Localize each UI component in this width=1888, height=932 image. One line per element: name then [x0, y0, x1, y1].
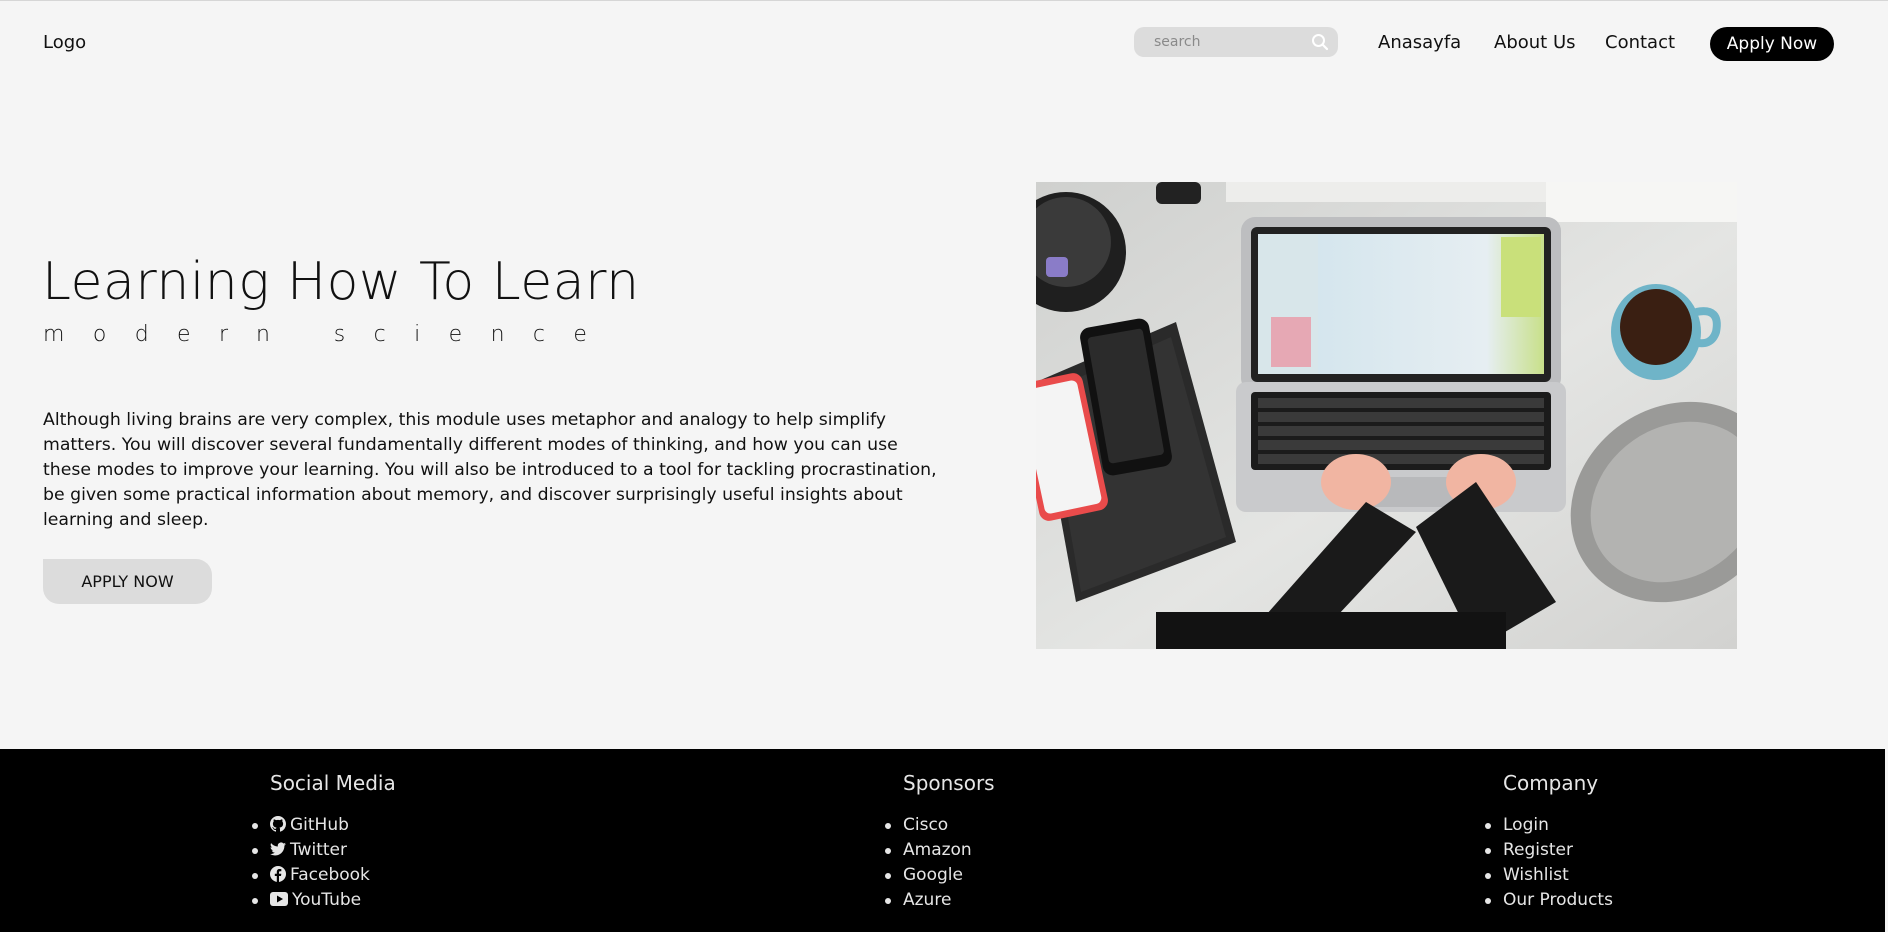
footer-link-our-products[interactable]: Our Products	[1485, 888, 1613, 913]
site-header: Logo Anasayfa About Us Contact Apply Now	[0, 0, 1888, 88]
footer-link-github[interactable]: GitHub	[252, 813, 396, 838]
footer-link-cisco[interactable]: Cisco	[885, 813, 995, 838]
footer-link-azure[interactable]: Azure	[885, 888, 995, 913]
twitter-icon	[270, 842, 286, 856]
footer-link-register[interactable]: Register	[1485, 838, 1613, 863]
footer-link-amazon[interactable]: Amazon	[885, 838, 995, 863]
nav-about-us[interactable]: About Us	[1494, 32, 1576, 53]
footer-link-facebook[interactable]: Facebook	[252, 863, 396, 888]
footer-company-column: Company Login Register Wishlist Our Prod…	[1485, 771, 1613, 913]
footer-sponsors-heading: Sponsors	[903, 771, 995, 795]
logo[interactable]: Logo	[43, 32, 86, 53]
footer-link-label: YouTube	[292, 890, 362, 910]
github-icon	[270, 816, 286, 832]
page-subtitle: modern science	[43, 322, 616, 347]
footer-social-column: Social Media GitHub Twitter Facebook You…	[252, 771, 396, 913]
hero-apply-button[interactable]: APPLY NOW	[43, 559, 212, 604]
footer-sponsors-column: Sponsors Cisco Amazon Google Azure	[885, 771, 995, 913]
hero-description: Although living brains are very complex,…	[43, 410, 937, 530]
search-icon[interactable]	[1310, 32, 1330, 52]
nav-contact[interactable]: Contact	[1605, 32, 1675, 53]
footer-company-heading: Company	[1503, 771, 1599, 795]
footer-link-label: Facebook	[290, 865, 370, 885]
laptop-desk-photo	[1036, 182, 1737, 649]
youtube-icon	[270, 892, 288, 906]
search-box[interactable]	[1134, 27, 1338, 57]
footer-link-wishlist[interactable]: Wishlist	[1485, 863, 1613, 888]
hero-image	[1036, 182, 1737, 649]
footer-link-twitter[interactable]: Twitter	[252, 838, 396, 863]
facebook-icon	[270, 866, 286, 882]
footer-link-label: GitHub	[290, 815, 349, 835]
footer-link-google[interactable]: Google	[885, 863, 995, 888]
page-title: Learning How To Learn	[42, 252, 640, 312]
footer-social-heading: Social Media	[270, 771, 396, 795]
footer-link-youtube[interactable]: YouTube	[252, 888, 396, 913]
apply-now-button[interactable]: Apply Now	[1710, 27, 1834, 61]
footer-link-label: Twitter	[290, 840, 347, 860]
nav-anasayfa[interactable]: Anasayfa	[1378, 32, 1461, 53]
site-footer: Social Media GitHub Twitter Facebook You…	[0, 749, 1885, 932]
footer-link-login[interactable]: Login	[1485, 813, 1613, 838]
search-input[interactable]	[1134, 27, 1314, 57]
